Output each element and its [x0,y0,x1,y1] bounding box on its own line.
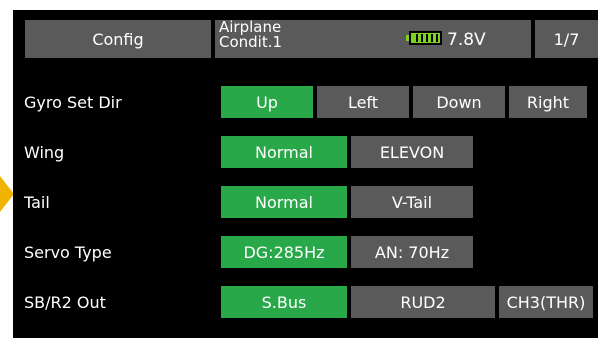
tail-normal-button[interactable]: Normal [221,186,347,218]
wing-normal-button[interactable]: Normal [221,136,347,168]
status-bar: Airplane Condit.1 7.8V [215,20,531,58]
model-info: Airplane Condit.1 [219,20,282,50]
gyro-set-dir-label: Gyro Set Dir [24,93,122,112]
sb-r2-out-rud2-button[interactable]: RUD2 [351,286,495,318]
sb-r2-out-sbus-button[interactable]: S.Bus [221,286,347,318]
right-frame [598,0,603,338]
tail-v-tail-button[interactable]: V-Tail [351,186,473,218]
arrow-pointer-icon [0,176,14,212]
sb-r2-out-ch3-button[interactable]: CH3(THR) [499,286,593,318]
page-title: Config [92,29,144,49]
gyro-dir-right-button[interactable]: Right [509,86,587,118]
gyro-dir-left-button[interactable]: Left [317,86,409,118]
gyro-dir-down-button[interactable]: Down [413,86,505,118]
condition-name: Condit.1 [219,33,283,51]
sb-r2-out-label: SB/R2 Out [24,293,106,312]
transmitter-screen: Config Airplane Condit.1 7.8V 1/7 Gyro S… [13,10,598,338]
battery-voltage: 7.8V [447,30,486,50]
battery-icon [406,31,442,45]
tail-label: Tail [24,193,50,212]
wing-elevon-button[interactable]: ELEVON [351,136,473,168]
left-frame [0,0,13,338]
page-indicator-button[interactable]: 1/7 [535,20,598,58]
page-number: 1/7 [553,29,580,49]
servo-type-label: Servo Type [24,243,112,262]
servo-type-analog-button[interactable]: AN: 70Hz [351,236,473,268]
gyro-dir-up-button[interactable]: Up [221,86,313,118]
config-title-button[interactable]: Config [25,20,211,58]
wing-label: Wing [24,143,65,162]
servo-type-digital-button[interactable]: DG:285Hz [221,236,347,268]
